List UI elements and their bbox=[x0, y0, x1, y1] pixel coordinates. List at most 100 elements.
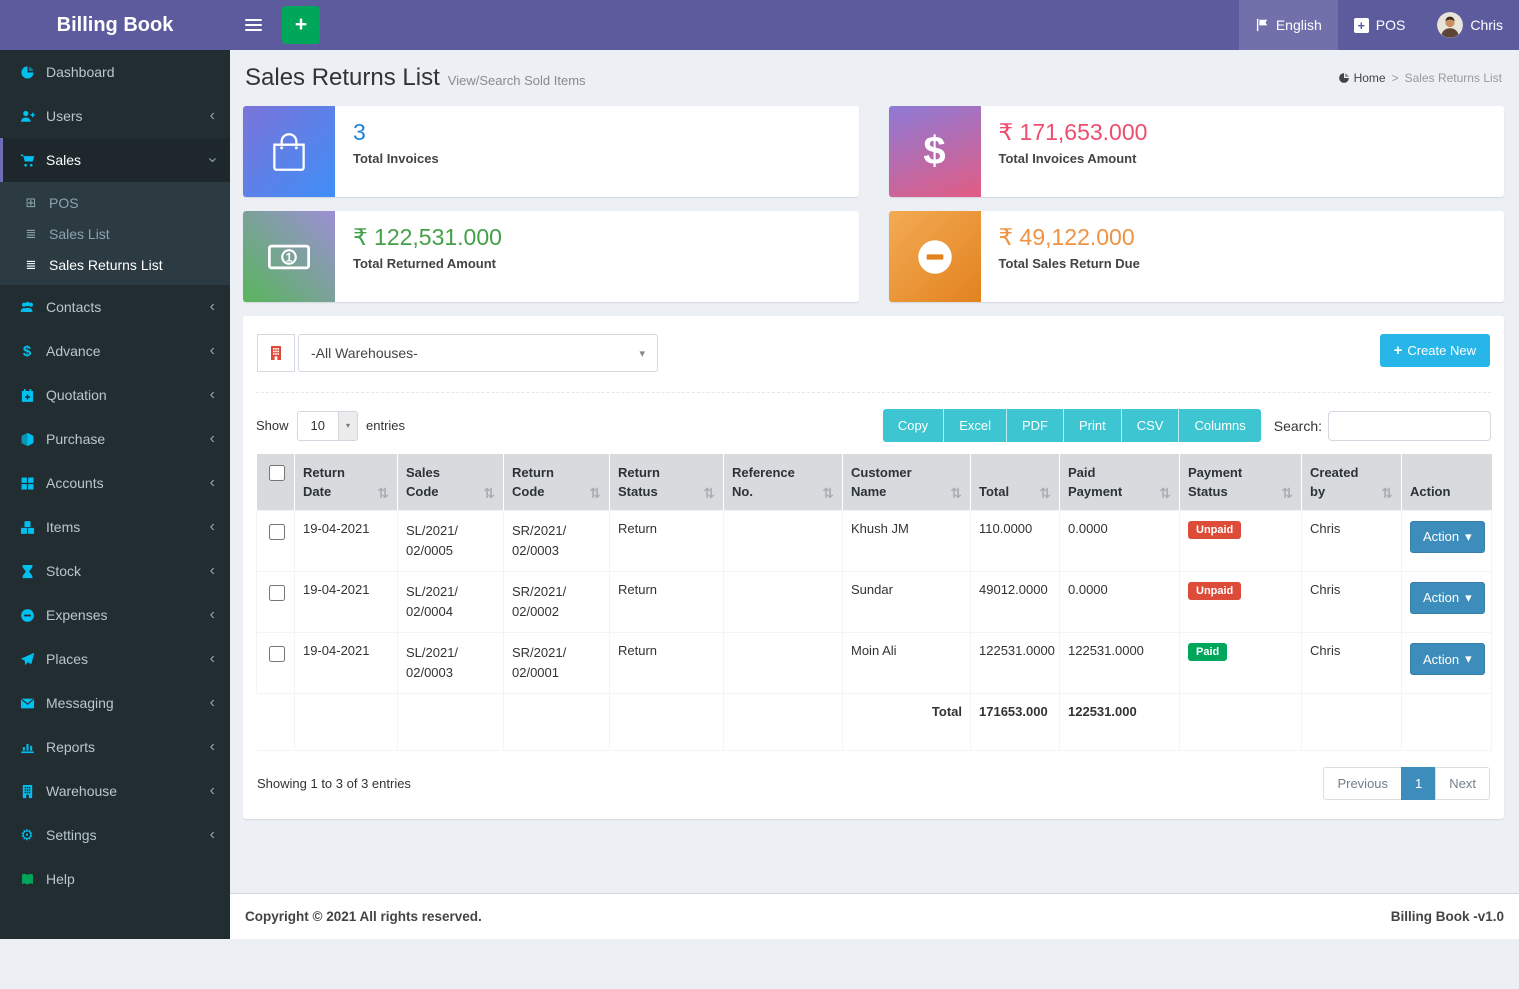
table-header-row: Return Date⇅ Sales Code⇅ Return Code⇅ Re… bbox=[257, 454, 1492, 510]
col-return-date[interactable]: Return Date⇅ bbox=[295, 454, 398, 510]
sidebar-item-items[interactable]: Items ‹ bbox=[0, 505, 230, 549]
user-menu[interactable]: Chris bbox=[1421, 0, 1519, 50]
sort-icon: ⇅ bbox=[822, 485, 834, 502]
cell-return-status: Return bbox=[610, 510, 724, 571]
search-input[interactable] bbox=[1328, 411, 1491, 441]
money-bill-icon: 1 bbox=[243, 211, 335, 302]
col-customer-name[interactable]: Customer Name⇅ bbox=[843, 454, 971, 510]
copy-button[interactable]: Copy bbox=[883, 409, 944, 442]
sidebar-item-stock[interactable]: Stock ‹ bbox=[0, 549, 230, 593]
cube-icon bbox=[15, 432, 39, 447]
sidebar-item-quotation[interactable]: Quotation ‹ bbox=[0, 373, 230, 417]
sidebar-item-settings[interactable]: ⚙ Settings ‹ bbox=[0, 813, 230, 857]
sidebar-subitem-pos[interactable]: ⊞ POS bbox=[0, 187, 230, 218]
row-checkbox[interactable] bbox=[269, 585, 285, 601]
card-label: Total Returned Amount bbox=[353, 256, 502, 271]
sidebar-item-warehouse[interactable]: Warehouse ‹ bbox=[0, 769, 230, 813]
envelope-icon bbox=[15, 696, 39, 711]
gear-icon: ⚙ bbox=[15, 828, 39, 843]
status-badge: Paid bbox=[1188, 643, 1227, 661]
quick-add-button[interactable]: + bbox=[282, 6, 320, 44]
sidebar-item-label: Quotation bbox=[46, 387, 210, 403]
cell-customer-name: Khush JM bbox=[843, 510, 971, 571]
dollar-icon: $ bbox=[15, 343, 39, 360]
breadcrumb-home-link[interactable]: Home bbox=[1338, 71, 1386, 85]
col-payment-status[interactable]: Payment Status⇅ bbox=[1180, 454, 1302, 510]
chevron-left-icon: ‹ bbox=[210, 563, 215, 579]
create-new-button[interactable]: + Create New bbox=[1380, 334, 1490, 367]
warehouse-select[interactable]: -All Warehouses- ▾ bbox=[298, 334, 658, 372]
sidebar-item-reports[interactable]: Reports ‹ bbox=[0, 725, 230, 769]
excel-button[interactable]: Excel bbox=[944, 409, 1007, 442]
row-checkbox[interactable] bbox=[269, 646, 285, 662]
sidebar-item-label: Users bbox=[46, 108, 210, 124]
pos-menu[interactable]: + POS bbox=[1338, 0, 1422, 50]
sidebar-item-accounts[interactable]: Accounts ‹ bbox=[0, 461, 230, 505]
sidebar-item-label: Places bbox=[46, 651, 210, 667]
sidebar-item-help[interactable]: Help bbox=[0, 857, 230, 901]
page-1-button[interactable]: 1 bbox=[1401, 767, 1436, 800]
sidebar-item-sales[interactable]: Sales ‹ bbox=[0, 138, 230, 182]
breadcrumb-separator: > bbox=[1392, 71, 1399, 85]
sidebar-item-contacts[interactable]: Contacts ‹ bbox=[0, 285, 230, 329]
action-button[interactable]: Action▾ bbox=[1410, 521, 1485, 553]
action-button[interactable]: Action▾ bbox=[1410, 643, 1485, 675]
language-menu[interactable]: English bbox=[1239, 0, 1338, 50]
sidebar-item-label: Stock bbox=[46, 563, 210, 579]
sidebar-item-messaging[interactable]: Messaging ‹ bbox=[0, 681, 230, 725]
warehouse-addon bbox=[257, 334, 295, 372]
next-page-button[interactable]: Next bbox=[1435, 767, 1490, 800]
sidebar-subitem-sales-list[interactable]: ≣ Sales List bbox=[0, 218, 230, 249]
cell-created-by: Chris bbox=[1302, 571, 1402, 632]
sidebar-item-label: Warehouse bbox=[46, 783, 210, 799]
pdf-button[interactable]: PDF bbox=[1007, 409, 1064, 442]
svg-text:1: 1 bbox=[286, 250, 293, 264]
csv-button[interactable]: CSV bbox=[1122, 409, 1180, 442]
col-sales-code[interactable]: Sales Code⇅ bbox=[398, 454, 504, 510]
row-checkbox[interactable] bbox=[269, 524, 285, 540]
brand-title[interactable]: Billing Book bbox=[0, 0, 230, 50]
sidebar-item-advance[interactable]: $ Advance ‹ bbox=[0, 329, 230, 373]
col-paid-payment[interactable]: Paid Payment⇅ bbox=[1060, 454, 1180, 510]
sort-icon: ⇅ bbox=[703, 485, 715, 502]
chevron-left-icon: ‹ bbox=[210, 431, 215, 447]
previous-page-button[interactable]: Previous bbox=[1323, 767, 1402, 800]
sort-icon: ⇅ bbox=[1281, 485, 1293, 502]
col-return-status[interactable]: Return Status⇅ bbox=[610, 454, 724, 510]
sidebar-item-dashboard[interactable]: Dashboard bbox=[0, 50, 230, 94]
card-value: ₹ 122,531.000 bbox=[353, 224, 502, 251]
plus-square-icon: ⊞ bbox=[23, 195, 39, 211]
columns-button[interactable]: Columns bbox=[1179, 409, 1260, 442]
home-icon bbox=[1338, 72, 1350, 84]
sidebar-item-label: Advance bbox=[46, 343, 210, 359]
card-total-sales-return-due: ₹ 49,122.000 Total Sales Return Due bbox=[889, 211, 1505, 302]
menu-toggle-button[interactable] bbox=[230, 0, 276, 50]
action-button[interactable]: Action▾ bbox=[1410, 582, 1485, 614]
col-reference-no[interactable]: Reference No.⇅ bbox=[724, 454, 843, 510]
sidebar-item-places[interactable]: Places ‹ bbox=[0, 637, 230, 681]
print-button[interactable]: Print bbox=[1064, 409, 1122, 442]
col-total[interactable]: Total⇅ bbox=[971, 454, 1060, 510]
subitem-label: POS bbox=[49, 195, 79, 211]
sidebar-item-users[interactable]: Users ‹ bbox=[0, 94, 230, 138]
sidebar-item-purchase[interactable]: Purchase ‹ bbox=[0, 417, 230, 461]
sidebar-item-label: Reports bbox=[46, 739, 210, 755]
col-created-by[interactable]: Created by⇅ bbox=[1302, 454, 1402, 510]
plus-square-icon: + bbox=[1354, 18, 1369, 33]
status-badge: Unpaid bbox=[1188, 582, 1241, 600]
cell-payment-status: Unpaid bbox=[1180, 571, 1302, 632]
warehouse-selected-value: -All Warehouses- bbox=[311, 345, 418, 361]
col-return-code[interactable]: Return Code⇅ bbox=[504, 454, 610, 510]
cell-customer-name: Moin Ali bbox=[843, 633, 971, 694]
select-all-checkbox[interactable] bbox=[269, 465, 285, 481]
chevron-left-icon: ‹ bbox=[210, 827, 215, 843]
cell-paid-payment: 0.0000 bbox=[1060, 510, 1180, 571]
sidebar-item-expenses[interactable]: Expenses ‹ bbox=[0, 593, 230, 637]
copyright-text: Copyright © 2021 All rights reserved. bbox=[245, 909, 482, 924]
cell-action: Action▾ bbox=[1402, 633, 1492, 694]
sort-icon: ⇅ bbox=[1381, 485, 1393, 502]
chevron-left-icon: ‹ bbox=[210, 343, 215, 359]
sidebar-subitem-sales-returns-list[interactable]: ≣ Sales Returns List bbox=[0, 249, 230, 280]
table-row: 19-04-2021 SL/2021/02/0003 SR/2021/02/00… bbox=[257, 633, 1492, 694]
page-size-select[interactable]: 10 ▾ bbox=[297, 411, 358, 441]
